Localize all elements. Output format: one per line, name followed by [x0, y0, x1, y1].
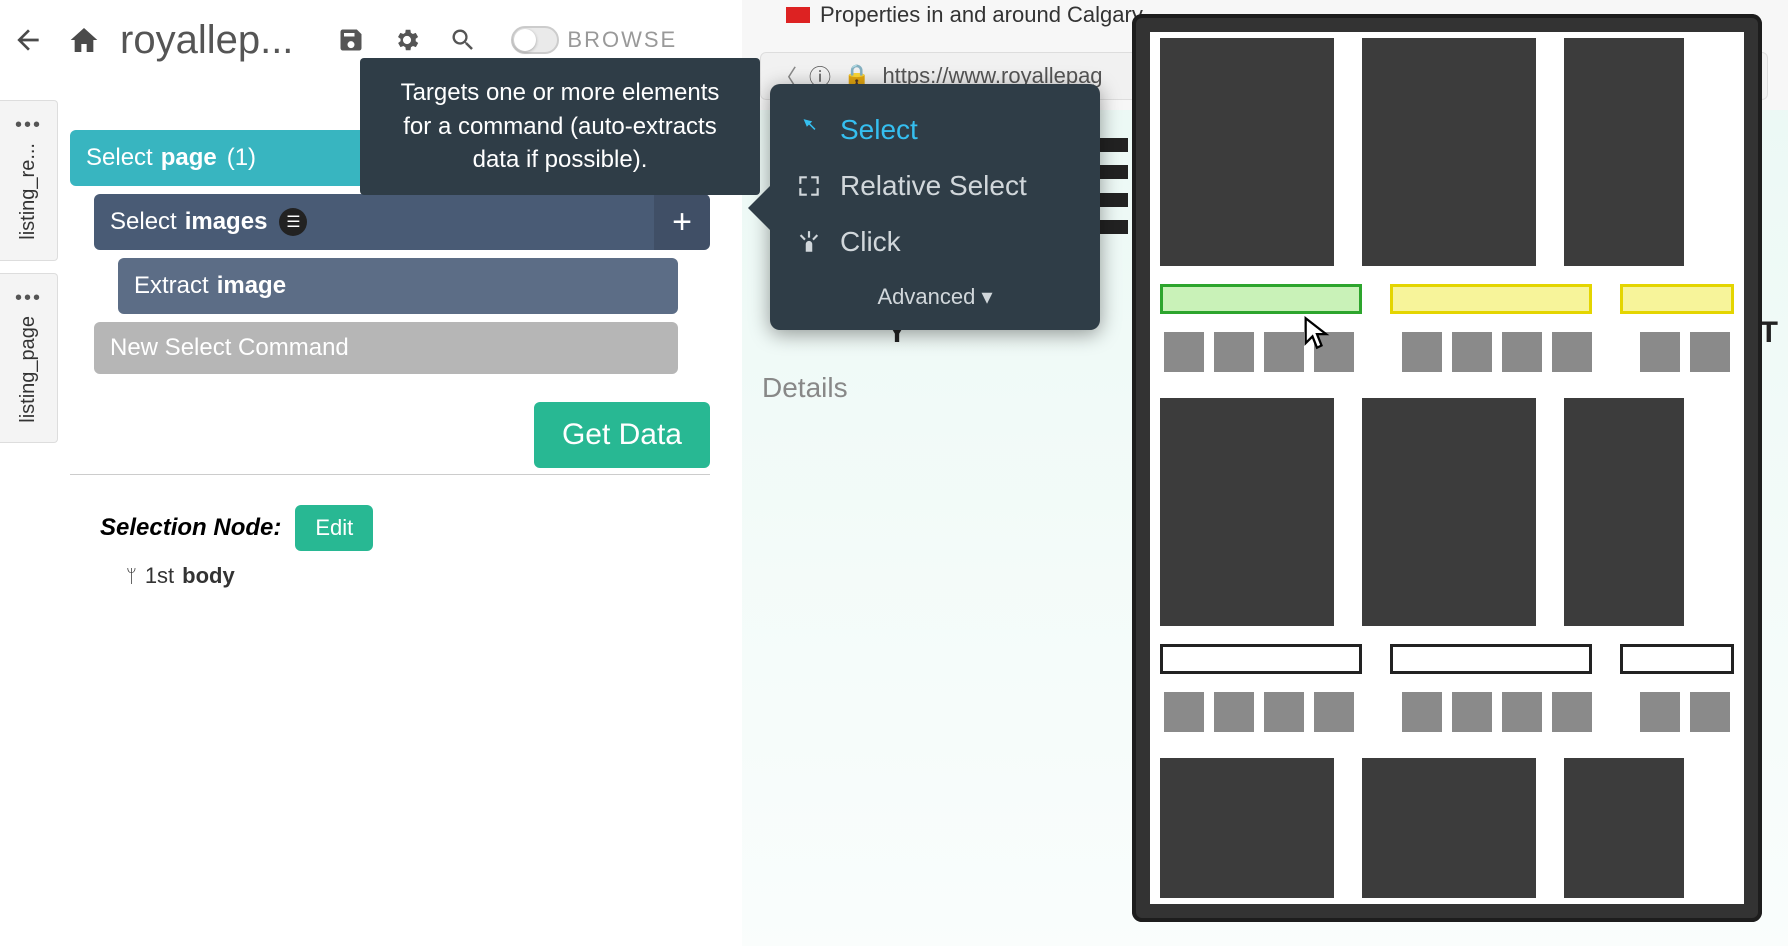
popover-click[interactable]: Click	[770, 214, 1100, 270]
new-select-command[interactable]: New Select Command	[94, 322, 678, 374]
selection-grid-overlay	[1132, 14, 1762, 922]
thumb-sq	[1264, 332, 1304, 372]
bar	[1160, 644, 1362, 674]
side-tabs: ••• listing_re... ••• listing_page	[0, 100, 58, 455]
popover-select-label: Select	[840, 114, 918, 146]
thumb	[1160, 758, 1334, 898]
side-tab-1-label: listing_re...	[17, 143, 40, 240]
thumb	[1160, 398, 1334, 626]
candidate-bar[interactable]	[1620, 284, 1734, 314]
selection-node-path: ᛘ 1st body	[126, 563, 710, 589]
add-command-icon[interactable]: +	[654, 194, 710, 250]
browser-tab[interactable]: Properties in and around Calgary,	[774, 0, 1159, 34]
cursor-icon	[1303, 316, 1331, 355]
thumb-sq	[1502, 332, 1542, 372]
thumb	[1362, 398, 1536, 626]
browse-label: BROWSE	[567, 27, 677, 53]
more-icon: •••	[15, 294, 42, 302]
thumb-sq	[1314, 692, 1354, 732]
divider	[70, 474, 710, 475]
select-tooltip: Targets one or more elements for a comma…	[360, 58, 760, 195]
home-icon[interactable]	[60, 16, 108, 64]
command-extract-image[interactable]: Extract image	[118, 258, 678, 314]
thumb-sq	[1640, 332, 1680, 372]
thumb-sq	[1502, 692, 1542, 732]
thumb	[1362, 758, 1536, 898]
candidate-bar[interactable]	[1390, 284, 1592, 314]
thumb-sq	[1214, 692, 1254, 732]
node-name: body	[182, 563, 235, 589]
thumb	[1362, 38, 1536, 266]
cmd-target: images	[185, 208, 268, 236]
popover-advanced-label: Advanced	[877, 284, 975, 309]
thumb-sq	[1690, 692, 1730, 732]
cmd-verb: Extract	[134, 272, 209, 300]
thumb-sq	[1452, 692, 1492, 732]
gear-icon[interactable]	[383, 16, 431, 64]
project-title: royallep...	[120, 18, 293, 63]
flag-icon	[786, 7, 810, 23]
popover-advanced[interactable]: Advanced ▾	[770, 270, 1100, 316]
bar	[1620, 644, 1734, 674]
cmd-target: page	[161, 144, 217, 172]
thumb-sq	[1164, 332, 1204, 372]
thumb-sq	[1402, 332, 1442, 372]
selected-bar[interactable]	[1160, 284, 1362, 314]
popover-select[interactable]: Select	[770, 102, 1100, 158]
cmd-target: image	[217, 272, 286, 300]
cmd-new-label: New Select Command	[110, 334, 349, 362]
cmd-verb: Select	[110, 208, 177, 236]
browse-toggle[interactable]	[511, 26, 559, 54]
thumb-sq	[1552, 692, 1592, 732]
side-tab-2[interactable]: ••• listing_page	[0, 273, 58, 444]
details-tab[interactable]: Details	[762, 372, 848, 404]
thumb-sq	[1452, 332, 1492, 372]
thumb-sq	[1552, 332, 1592, 372]
back-arrow-icon[interactable]	[4, 16, 52, 64]
cmd-count: (1)	[227, 144, 256, 172]
thumb	[1564, 38, 1684, 266]
edit-button[interactable]: Edit	[295, 505, 373, 551]
side-tab-1[interactable]: ••• listing_re...	[0, 100, 58, 261]
thumb-sq	[1640, 692, 1680, 732]
more-icon: •••	[15, 121, 42, 129]
cmd-verb: Select	[86, 144, 153, 172]
bar	[1390, 644, 1592, 674]
side-tab-2-label: listing_page	[17, 316, 40, 423]
search-icon[interactable]	[439, 16, 487, 64]
thumb-sq	[1690, 332, 1730, 372]
browser-tab-title: Properties in and around Calgary,	[820, 2, 1147, 28]
thumb-sq	[1164, 692, 1204, 732]
thumb-sq	[1264, 692, 1304, 732]
thumb	[1160, 38, 1334, 266]
node-ordinal: 1st	[145, 563, 174, 589]
popover-click-label: Click	[840, 226, 901, 258]
thumb-sq	[1402, 692, 1442, 732]
list-icon: ☰	[279, 208, 307, 236]
save-icon[interactable]	[327, 16, 375, 64]
command-panel: Select page (1) + Select images ☰ + Extr…	[70, 130, 710, 589]
selection-node-label: Selection Node:	[100, 514, 281, 542]
get-data-button[interactable]: Get Data	[534, 402, 710, 468]
command-select-images[interactable]: Select images ☰ +	[94, 194, 710, 250]
popover-relative-label: Relative Select	[840, 170, 1027, 202]
action-popover: Select Relative Select Click Advanced ▾	[770, 84, 1100, 330]
branch-icon: ᛘ	[126, 566, 137, 587]
popover-relative-select[interactable]: Relative Select	[770, 158, 1100, 214]
thumb	[1564, 398, 1684, 626]
thumb-sq	[1214, 332, 1254, 372]
thumb	[1564, 758, 1684, 898]
